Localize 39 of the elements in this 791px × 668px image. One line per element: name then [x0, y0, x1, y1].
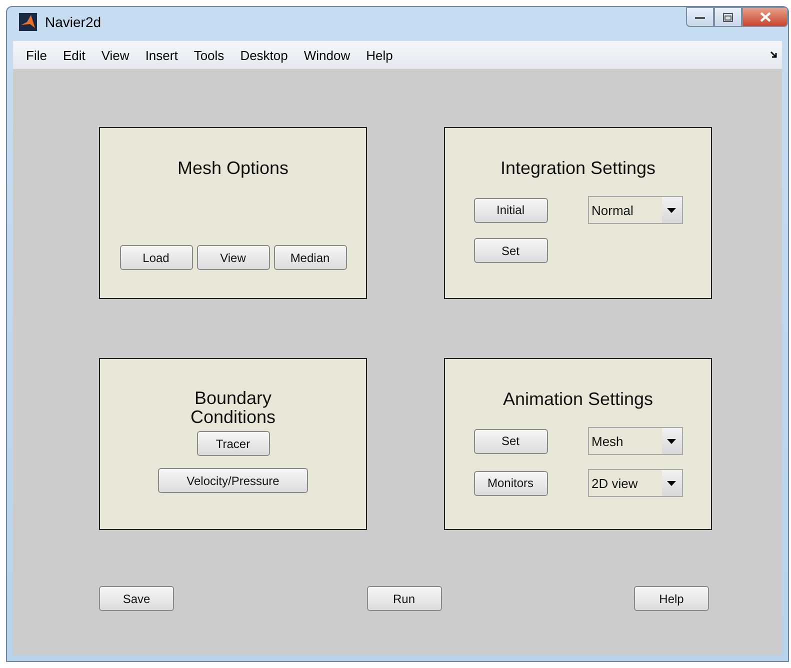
push-button[interactable]: Run: [366, 586, 442, 611]
push-button[interactable]: Help: [634, 586, 709, 611]
dropdown[interactable]: Normal: [588, 196, 682, 224]
dropdown-arrow-icon: [667, 480, 676, 486]
dropdown-arrow-icon: [667, 438, 676, 444]
menu-item[interactable]: View: [94, 46, 136, 64]
push-button[interactable]: Set: [474, 428, 548, 454]
close-button[interactable]: [742, 7, 788, 27]
dropdown[interactable]: 2D view: [588, 469, 682, 497]
push-button[interactable]: Median: [274, 245, 346, 270]
minimize-button[interactable]: [686, 7, 714, 27]
dropdown[interactable]: Mesh: [588, 427, 682, 455]
app-icon: [19, 13, 37, 31]
maximize-icon: [723, 12, 733, 22]
push-button[interactable]: View: [196, 245, 270, 270]
panel-title: Mesh Options: [177, 158, 289, 178]
panel-title: Animation Settings: [502, 389, 654, 409]
push-button[interactable]: Load: [120, 245, 192, 270]
menu-item[interactable]: Edit: [56, 46, 92, 64]
close-icon: [760, 12, 770, 22]
arrow-icon[interactable]: [770, 51, 778, 59]
panel-title: Integration Settings: [500, 158, 656, 178]
menu-item[interactable]: Help: [359, 46, 400, 64]
push-button[interactable]: Save: [99, 586, 174, 611]
menu-item[interactable]: File: [19, 46, 54, 64]
menu-item[interactable]: Tools: [186, 46, 232, 64]
menu-item[interactable]: Window: [296, 46, 358, 64]
push-button[interactable]: Initial: [474, 198, 548, 222]
push-button[interactable]: Monitors: [474, 470, 548, 496]
maximize-button[interactable]: [714, 7, 742, 27]
push-button[interactable]: Tracer: [196, 431, 270, 456]
push-button[interactable]: Set: [474, 238, 548, 263]
window-title: Navier2d: [45, 14, 102, 30]
menu-item[interactable]: Desktop: [233, 46, 295, 64]
push-button[interactable]: Velocity/Pressure: [158, 468, 308, 493]
minimize-icon: [695, 14, 705, 20]
panel-title: Boundary Conditions: [189, 389, 277, 427]
dropdown-arrow-icon: [667, 208, 676, 212]
menu-item[interactable]: Insert: [138, 46, 185, 64]
